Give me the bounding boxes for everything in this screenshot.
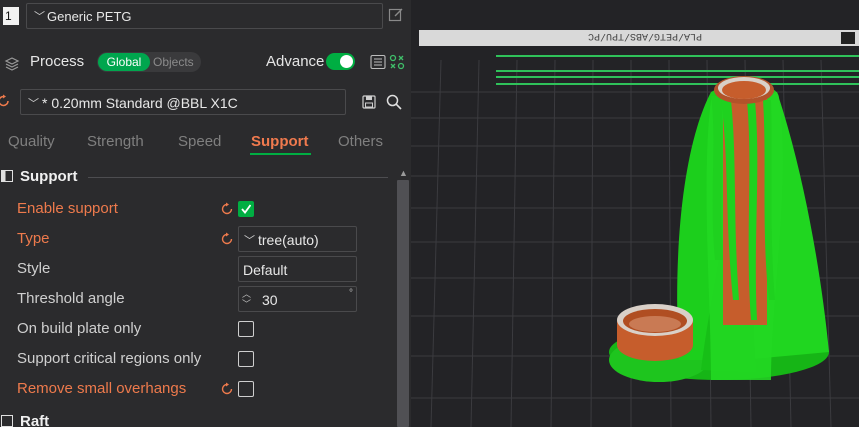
raft-section-header: Raft <box>0 410 395 427</box>
option-label: Remove small overhangs <box>17 380 187 397</box>
remove-small-overhangs-checkbox[interactable] <box>238 381 254 397</box>
option-label: Threshold angle <box>17 290 125 307</box>
tab-quality[interactable]: Quality <box>8 133 55 150</box>
chevron-down-icon: ﹀ <box>28 98 39 110</box>
save-icon[interactable] <box>362 95 376 109</box>
scope-switch: Global Objects <box>97 52 201 72</box>
scroll-thumb[interactable] <box>397 180 409 427</box>
model-top-opening <box>722 81 766 99</box>
threshold-angle-input[interactable]: ︿ ﹀ 30 ° <box>238 286 357 312</box>
filament-combo[interactable]: ﹀ Generic PETG <box>26 3 383 29</box>
plate-label-text: PLA/PETG/ABS/TPU/PC <box>588 30 702 42</box>
support-type-value: tree(auto) <box>258 232 319 248</box>
preset-combo[interactable]: ﹀ * 0.20mm Standard @BBL X1C <box>20 89 346 115</box>
option-type: Type ﹀ tree(auto) <box>0 225 395 253</box>
settings-scrollbar[interactable]: ▲ <box>395 164 411 427</box>
option-style: Style Default <box>0 255 395 283</box>
option-label: Style <box>17 260 51 277</box>
scope-global-button[interactable]: Global <box>98 53 150 71</box>
filament-name: Generic PETG <box>47 9 132 24</box>
spin-arrows-icon[interactable]: ︿ ﹀ <box>242 289 252 309</box>
support-style-select[interactable]: Default <box>238 256 357 282</box>
threshold-angle-value: 30 <box>262 292 278 308</box>
search-icon[interactable] <box>386 94 402 110</box>
option-label: On build plate only <box>17 320 142 337</box>
advanced-label: Advance <box>266 53 325 70</box>
active-tab-indicator <box>250 153 311 155</box>
preset-row: ﹀ * 0.20mm Standard @BBL X1C <box>0 88 411 118</box>
option-label: Enable support <box>17 200 118 217</box>
compare-icon[interactable] <box>389 54 405 70</box>
edit-icon[interactable] <box>388 7 404 23</box>
support-type-select[interactable]: ﹀ tree(auto) <box>238 226 357 252</box>
process-header: Process Global Objects Advance <box>0 46 411 78</box>
build-plate-scene[interactable]: PLA/PETG/ABS/TPU/PC <box>411 0 859 427</box>
support-section-title: Support <box>20 168 78 185</box>
raft-section-title: Raft <box>20 413 50 427</box>
option-build-plate-only: On build plate only <box>0 315 395 343</box>
support-section-icon <box>1 170 13 182</box>
tab-others[interactable]: Others <box>338 133 383 150</box>
option-label: Support critical regions only <box>17 350 202 367</box>
reset-icon[interactable] <box>220 382 234 396</box>
process-settings-panel: 1 ﹀ Generic PETG Process Global Objects … <box>0 0 411 427</box>
tab-support[interactable]: Support <box>251 133 309 150</box>
reset-icon[interactable] <box>220 232 234 246</box>
process-title: Process <box>30 53 85 70</box>
option-enable-support: Enable support <box>0 195 395 223</box>
enable-support-checkbox[interactable] <box>238 201 254 217</box>
support-section-header: Support <box>0 166 395 188</box>
chevron-down-icon: ﹀ <box>244 235 255 247</box>
filament-index[interactable]: 1 <box>3 7 19 25</box>
option-remove-small-overhangs: Remove small overhangs <box>0 375 395 403</box>
raft-section-icon <box>1 415 13 427</box>
undo-icon[interactable] <box>0 94 11 108</box>
build-plate-only-checkbox[interactable] <box>238 321 254 337</box>
preset-name: * 0.20mm Standard @BBL X1C <box>42 95 238 111</box>
list-icon[interactable] <box>370 54 386 70</box>
critical-regions-checkbox[interactable] <box>238 351 254 367</box>
3d-viewport[interactable]: PLA/PETG/ABS/TPU/PC <box>411 0 859 427</box>
settings-tabs: Quality Strength Speed Support Others <box>0 128 411 158</box>
tab-strength[interactable]: Strength <box>87 133 144 150</box>
chevron-down-icon: ﹀ <box>34 11 45 23</box>
advanced-toggle[interactable] <box>326 53 355 70</box>
layers-icon <box>4 57 20 71</box>
checkmark-icon <box>241 204 251 214</box>
plate-label-strip: PLA/PETG/ABS/TPU/PC <box>419 30 859 46</box>
support-style-value: Default <box>243 262 288 278</box>
tab-speed[interactable]: Speed <box>178 133 221 150</box>
threshold-angle-unit: ° <box>349 288 353 299</box>
scope-objects-button[interactable]: Objects <box>153 53 194 71</box>
option-critical-regions-only: Support critical regions only <box>0 345 395 373</box>
option-threshold-angle: Threshold angle ︿ ﹀ 30 ° <box>0 285 395 313</box>
section-divider <box>88 177 388 178</box>
reset-icon[interactable] <box>220 202 234 216</box>
model-small-ring-floor <box>629 316 681 332</box>
filament-row: 1 ﹀ Generic PETG <box>0 0 411 34</box>
toggle-knob <box>340 55 353 68</box>
scroll-up-icon[interactable]: ▲ <box>399 168 408 178</box>
option-label: Type <box>17 230 50 247</box>
